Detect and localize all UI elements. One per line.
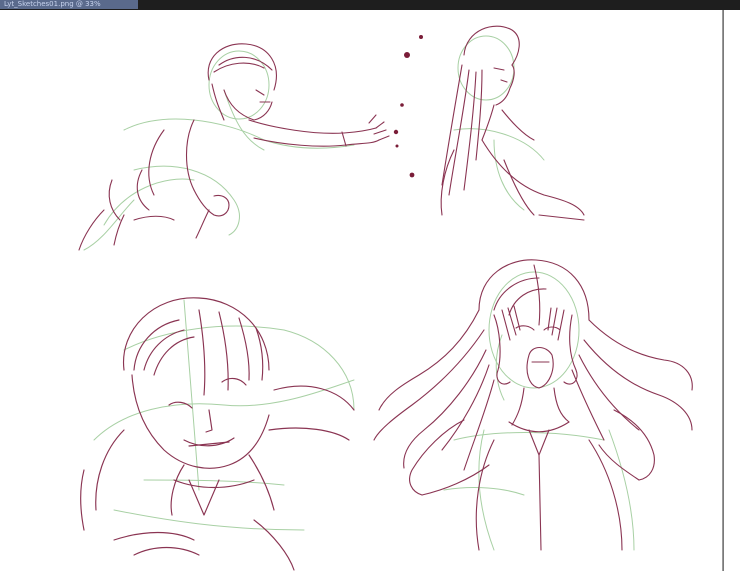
- left-gutter: [0, 10, 24, 571]
- sketch-artwork: [78, 25, 693, 571]
- title-bar: Lyt_Sketches01.png @ 33%: [0, 0, 740, 10]
- sketch-long-hair-profile: [393, 25, 585, 221]
- sketch-screaming-woman: [373, 259, 693, 551]
- sketch-reaching-man: [78, 43, 390, 251]
- drawing-canvas[interactable]: [24, 10, 723, 571]
- canvas-edge-divider: [723, 10, 724, 571]
- right-margin: [723, 10, 740, 571]
- sketch-grinning-man-closeup: [80, 297, 355, 571]
- document-tab[interactable]: Lyt_Sketches01.png @ 33%: [0, 0, 138, 9]
